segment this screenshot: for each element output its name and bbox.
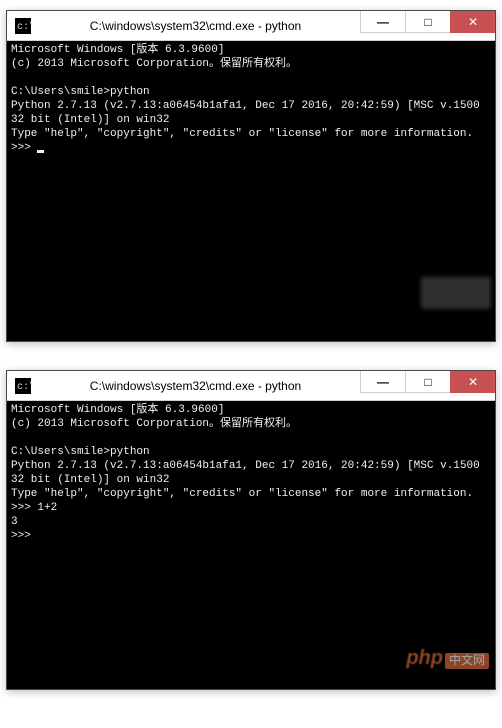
watermark-blur (421, 249, 491, 337)
terminal-line: (c) 2013 Microsoft Corporation。保留所有权利。 (11, 418, 297, 430)
watermark-text: php (406, 647, 443, 669)
cmd-window-1: c:\ C:\windows\system32\cmd.exe - python… (6, 10, 496, 342)
terminal-output[interactable]: Microsoft Windows [版本 6.3.9600] (c) 2013… (7, 41, 495, 341)
terminal-line: C:\Users\smile>python (11, 86, 150, 98)
terminal-line: Microsoft Windows [版本 6.3.9600] (11, 44, 224, 56)
minimize-button[interactable]: — (360, 11, 405, 33)
terminal-line: Type "help", "copyright", "credits" or "… (11, 128, 473, 140)
watermark-php: php中文网 (367, 637, 489, 683)
terminal-prompt: >>> (11, 142, 37, 154)
window-title: C:\windows\system32\cmd.exe - python (39, 379, 360, 393)
svg-text:c:\: c:\ (17, 21, 31, 33)
close-button[interactable]: ✕ (450, 11, 495, 33)
minimize-button[interactable]: — (360, 371, 405, 393)
terminal-line: C:\Users\smile>python (11, 446, 150, 458)
watermark-suffix: 中文网 (445, 653, 489, 669)
window-title: C:\windows\system32\cmd.exe - python (39, 19, 360, 33)
terminal-line: (c) 2013 Microsoft Corporation。保留所有权利。 (11, 58, 297, 70)
terminal-line: Microsoft Windows [版本 6.3.9600] (11, 404, 224, 416)
cursor-icon (37, 150, 44, 153)
titlebar[interactable]: c:\ C:\windows\system32\cmd.exe - python… (7, 11, 495, 41)
maximize-button[interactable]: □ (405, 371, 450, 393)
maximize-button[interactable]: □ (405, 11, 450, 33)
terminal-prompt: >>> (11, 530, 31, 542)
terminal-line: 3 (11, 516, 18, 528)
cmd-icon: c:\ (15, 18, 31, 34)
close-button[interactable]: ✕ (450, 371, 495, 393)
terminal-line: Type "help", "copyright", "credits" or "… (11, 488, 473, 500)
cmd-icon: c:\ (15, 378, 31, 394)
cmd-window-2: c:\ C:\windows\system32\cmd.exe - python… (6, 370, 496, 690)
svg-text:c:\: c:\ (17, 381, 31, 393)
terminal-line: >>> 1+2 (11, 502, 57, 514)
window-controls: — □ ✕ (360, 371, 495, 400)
window-controls: — □ ✕ (360, 11, 495, 40)
terminal-output[interactable]: Microsoft Windows [版本 6.3.9600] (c) 2013… (7, 401, 495, 689)
terminal-line: Python 2.7.13 (v2.7.13:a06454b1afa1, Dec… (11, 100, 486, 126)
titlebar[interactable]: c:\ C:\windows\system32\cmd.exe - python… (7, 371, 495, 401)
terminal-line: Python 2.7.13 (v2.7.13:a06454b1afa1, Dec… (11, 460, 486, 486)
